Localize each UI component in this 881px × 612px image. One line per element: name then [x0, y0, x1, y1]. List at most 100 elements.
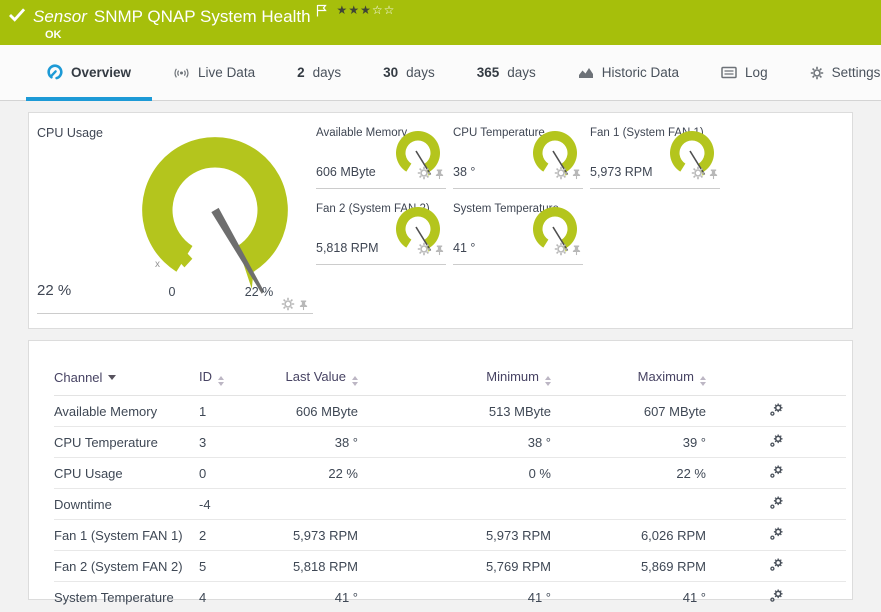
channel-settings-cell	[706, 458, 846, 489]
channel-id: 4	[199, 582, 261, 612]
sensor-header: Sensor SNMP QNAP System Health ★★★☆☆ OK	[0, 0, 881, 45]
gauge-pin-icon[interactable]	[572, 243, 581, 261]
channel-settings-gear-icon[interactable]	[769, 433, 784, 451]
channel-id: 2	[199, 520, 261, 551]
gauge-settings-gear-icon[interactable]	[281, 297, 295, 316]
tab-live-data[interactable]: Live Data	[152, 45, 276, 100]
gauge-settings-gear-icon[interactable]	[554, 242, 568, 261]
gauge-pin-icon[interactable]	[709, 167, 718, 185]
channel-settings-cell	[706, 551, 846, 582]
divider	[453, 188, 583, 189]
gauge-value: 22 %	[37, 282, 71, 299]
channel-settings-gear-icon[interactable]	[769, 526, 784, 544]
maximum-value: 41 °	[551, 582, 706, 612]
star-filled-icon[interactable]: ★	[337, 3, 349, 17]
column-header-channel[interactable]: Channel	[54, 361, 199, 396]
table-row: System Temperature441 °41 °41 °	[54, 582, 846, 612]
tab-label: Overview	[71, 65, 131, 80]
gauge-pin-icon[interactable]	[435, 167, 444, 185]
last-value: 5,818 RPM	[261, 551, 358, 582]
channel-name[interactable]: Available Memory	[54, 396, 199, 427]
column-label: Minimum	[486, 369, 539, 384]
column-label: Channel	[54, 370, 102, 385]
channel-name[interactable]: Fan 1 (System FAN 1)	[54, 520, 199, 551]
divider	[316, 264, 446, 265]
gauge-value: 38 °	[453, 165, 475, 179]
star-empty-icon[interactable]: ☆	[372, 3, 384, 17]
tab-label: days	[507, 65, 536, 80]
priority-flag-icon[interactable]	[316, 4, 327, 22]
gauge-pin-icon[interactable]	[435, 243, 444, 261]
column-header-minimum[interactable]: Minimum	[358, 361, 551, 396]
tab-label: days	[406, 65, 435, 80]
cpu-usage-gauge	[129, 129, 301, 301]
gauge-value: 5,818 RPM	[316, 241, 379, 255]
star-empty-icon[interactable]: ☆	[384, 3, 396, 17]
column-header-id[interactable]: ID	[199, 361, 261, 396]
tab-365-days[interactable]: 365 days	[456, 45, 557, 100]
sensor-title: SNMP QNAP System Health	[94, 7, 311, 27]
gauge-settings-gear-icon[interactable]	[691, 166, 705, 185]
column-label: Maximum	[638, 369, 694, 384]
small-gauges-grid: Available Memory606 MByteCPU Temperature…	[316, 119, 860, 271]
gauge-value: 5,973 RPM	[590, 165, 653, 179]
column-header-actions	[706, 361, 846, 396]
channel-name[interactable]: CPU Usage	[54, 458, 199, 489]
gauge-scale-min: 0	[157, 285, 187, 299]
maximum-value: 6,026 RPM	[551, 520, 706, 551]
channel-settings-cell	[706, 489, 846, 520]
divider	[37, 313, 313, 314]
maximum-value: 22 %	[551, 458, 706, 489]
channel-id: 1	[199, 396, 261, 427]
star-filled-icon[interactable]: ★	[360, 3, 372, 17]
channel-name[interactable]: Fan 2 (System FAN 2)	[54, 551, 199, 582]
channel-settings-cell	[706, 520, 846, 551]
sort-desc-icon	[108, 375, 116, 380]
table-row: Available Memory1606 MByte513 MByte607 M…	[54, 396, 846, 427]
column-header-maximum[interactable]: Maximum	[551, 361, 706, 396]
tab-log[interactable]: Log	[700, 45, 789, 100]
gauge-value: 41 °	[453, 241, 475, 255]
channel-name[interactable]: System Temperature	[54, 582, 199, 612]
gauge-pin-icon[interactable]	[572, 167, 581, 185]
gauge-pin-icon[interactable]	[299, 298, 308, 316]
column-header-last-value[interactable]: Last Value	[261, 361, 358, 396]
tab-overview[interactable]: Overview	[26, 45, 152, 100]
star-filled-icon[interactable]: ★	[348, 3, 360, 17]
broadcast-icon	[173, 66, 190, 80]
gauge-settings-gear-icon[interactable]	[554, 166, 568, 185]
tab-2-days[interactable]: 2days	[276, 45, 362, 100]
tab-historic-data[interactable]: Historic Data	[557, 45, 700, 100]
table-row: Fan 2 (System FAN 2)55,818 RPM5,769 RPM5…	[54, 551, 846, 582]
channel-settings-gear-icon[interactable]	[769, 464, 784, 482]
tab-settings[interactable]: Settings	[789, 45, 881, 100]
tab-label: Historic Data	[602, 65, 679, 80]
tab-number: 365	[477, 65, 500, 80]
channel-settings-gear-icon[interactable]	[769, 588, 784, 606]
tab-30-days[interactable]: 30days	[362, 45, 456, 100]
channel-settings-gear-icon[interactable]	[769, 402, 784, 420]
tab-number: 2	[297, 65, 305, 80]
channel-settings-gear-icon[interactable]	[769, 557, 784, 575]
channel-name[interactable]: Downtime	[54, 489, 199, 520]
channels-panel: Channel ID Last Value Minimum Maximum Availa…	[28, 340, 853, 600]
channel-settings-gear-icon[interactable]	[769, 495, 784, 513]
gear-icon	[810, 66, 824, 80]
channel-name[interactable]: CPU Temperature	[54, 427, 199, 458]
minimum-value: 5,973 RPM	[358, 520, 551, 551]
maximum-value: 39 °	[551, 427, 706, 458]
column-label: Last Value	[286, 369, 346, 384]
sort-icon	[218, 376, 224, 386]
tab-bar: OverviewLive Data2days30days365daysHisto…	[0, 45, 881, 101]
column-label: ID	[199, 369, 212, 384]
status-ok-check-icon	[8, 7, 27, 27]
gauge-value: 606 MByte	[316, 165, 376, 179]
channel-settings-cell	[706, 582, 846, 612]
last-value: 41 °	[261, 582, 358, 612]
gauge-settings-gear-icon[interactable]	[417, 166, 431, 185]
tab-label: Log	[745, 65, 768, 80]
table-row: CPU Temperature338 °38 °39 °	[54, 427, 846, 458]
priority-stars[interactable]: ★★★☆☆	[337, 3, 396, 17]
gauge-settings-gear-icon[interactable]	[417, 242, 431, 261]
maximum-value: 5,869 RPM	[551, 551, 706, 582]
